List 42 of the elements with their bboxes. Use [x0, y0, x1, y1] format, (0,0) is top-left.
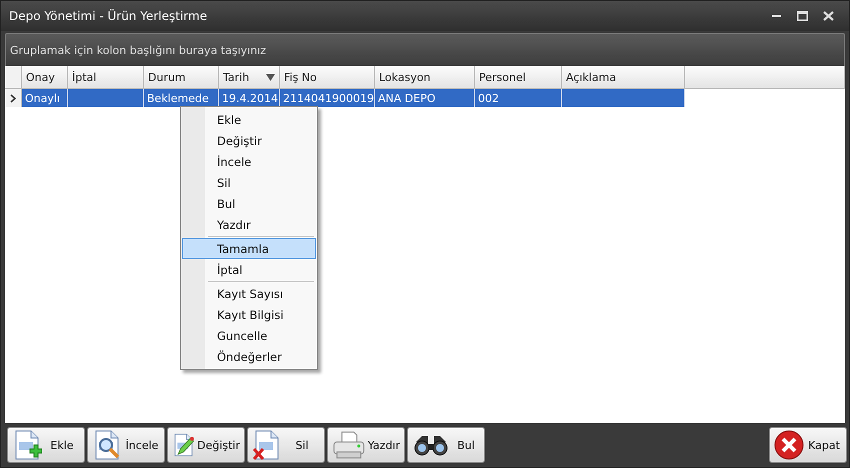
sort-icon [266, 74, 275, 80]
toolbar-button[interactable]: Değiştir [167, 427, 245, 463]
current-row-icon [10, 94, 16, 102]
close-icon [774, 430, 804, 460]
window-title: Depo Yönetimi - Ürün Yerleştirme [9, 9, 208, 23]
table-cell: 002 [475, 89, 562, 107]
menu-item[interactable]: Bul [182, 193, 316, 214]
minimize-icon [772, 15, 780, 17]
menu-item[interactable]: Kayıt Sayısı [182, 283, 316, 304]
toolbar-button[interactable]: İncele [87, 427, 165, 463]
menu-item[interactable]: Kayıt Bilgisi [182, 304, 316, 325]
toolbar-button[interactable]: Ekle [7, 427, 85, 463]
menu-item[interactable]: Guncelle [182, 325, 316, 346]
group-hint: Gruplamak için kolon başlığını buraya taşıyınız [10, 44, 266, 56]
table-cell: 19.4.2014 [219, 89, 280, 107]
printer-icon [332, 430, 366, 460]
menu-item[interactable]: Ekle [182, 109, 316, 130]
menu-item[interactable]: Sil [182, 172, 316, 193]
column-header[interactable]: Durum [144, 66, 219, 88]
column-header[interactable]: Lokasyon [375, 66, 475, 88]
toolbar-button[interactable]: Bul [407, 427, 485, 463]
table-cell: ANA DEPO [375, 89, 475, 107]
menu-item[interactable]: İptal [182, 259, 316, 280]
column-header[interactable]: Fiş No [280, 66, 375, 88]
menu-item[interactable]: Öndeğerler [182, 346, 316, 367]
menu-item[interactable]: Tamamla [182, 238, 316, 259]
column-header[interactable]: Onay [22, 66, 68, 88]
toolbar-button[interactable]: Sil [247, 427, 325, 463]
table-cell: 2114041900019 [280, 89, 375, 107]
table-cell: Onaylı [22, 89, 68, 107]
close-button[interactable]: Kapat [769, 427, 847, 463]
column-header[interactable]: Açıklama [562, 66, 685, 88]
menu-item[interactable]: Değiştir [182, 130, 316, 151]
toolbar-button[interactable]: Yazdır [327, 427, 405, 463]
column-header[interactable]: İptal [68, 66, 144, 88]
maximize-icon [796, 11, 808, 21]
column-header[interactable]: Personel [475, 66, 562, 88]
menu-item[interactable]: İncele [182, 151, 316, 172]
close-icon [822, 11, 834, 21]
column-header[interactable]: Tarih [219, 66, 280, 88]
menu-item[interactable]: Yazdır [182, 214, 316, 235]
table-cell: Beklemede [144, 89, 219, 107]
